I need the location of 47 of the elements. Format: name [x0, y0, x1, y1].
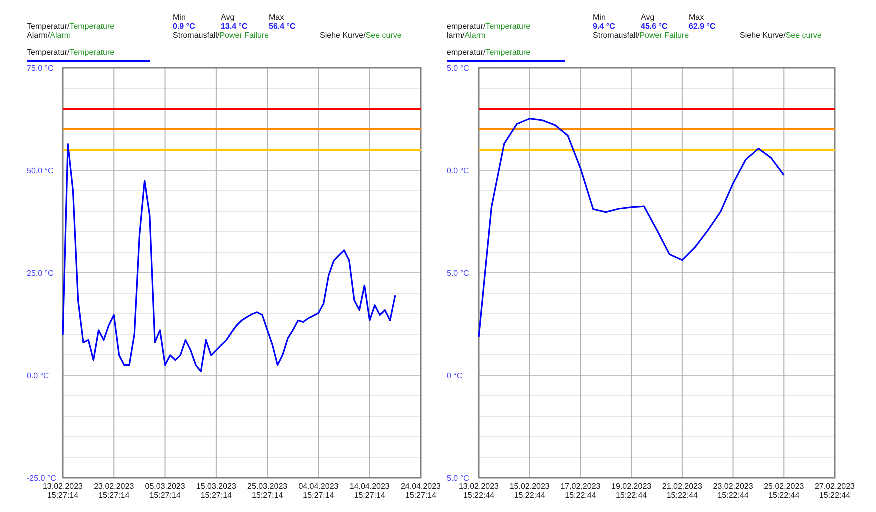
y-axis-label: 0 °C	[447, 372, 463, 380]
see-curve-label: Siehe Kurve/See curve	[740, 31, 823, 40]
x-axis-label: 14.04.2023 15:27:14	[350, 482, 390, 500]
x-axis-label: 13.02.2023 15:22:44	[458, 482, 500, 500]
legend-label: Temperatur/Temperature	[27, 48, 116, 57]
x-axis-label: 21.02.2023 15:22:44	[662, 482, 702, 500]
y-axis-label: -25.0 °C	[27, 474, 56, 483]
y-axis-label: 50.0 °C	[27, 166, 54, 176]
stat-value: 45.6 °C	[641, 22, 669, 31]
x-axis-label: 25.03.2023 15:27:14	[248, 482, 288, 500]
sensor-label: emperatur/Temperature	[447, 22, 532, 31]
y-axis-label: 5.0 °C	[447, 474, 470, 483]
see-curve-label: Siehe Kurve/See curve	[320, 31, 403, 40]
stat-label: Max	[269, 13, 286, 22]
y-axis-label: 25.0 °C	[27, 269, 54, 278]
stat-value: 56.4 °C	[269, 22, 297, 31]
stat-label: Avg	[641, 13, 656, 22]
stat-label: Min	[173, 13, 187, 22]
x-axis-label: 17.02.2023 15:22:44	[560, 482, 601, 500]
stat-label: Avg	[221, 13, 236, 22]
alarm-label: Alarm/Alarm	[27, 31, 72, 40]
y-axis-label: 0.0 °C	[447, 166, 470, 176]
stat-label: Min	[593, 13, 607, 22]
y-axis-label: 5.0 °C	[447, 269, 470, 278]
power-failure-label: Stromausfall/Power Failure	[593, 31, 690, 40]
stat-label: Max	[689, 13, 706, 22]
x-axis-label: 23.02.2023 15:22:44	[713, 482, 754, 500]
legend-label: emperatur/Temperature	[447, 48, 532, 57]
stat-value: 0.9 °C	[173, 22, 196, 31]
x-axis-label: 19.02.2023 15:22:44	[612, 482, 652, 500]
x-axis-label: 27.02.2023 15:22:44	[814, 482, 856, 500]
power-failure-label: Stromausfall/Power Failure	[173, 31, 270, 40]
alarm-label: larm/Alarm	[447, 31, 487, 40]
stat-value: 9.4 °C	[593, 22, 616, 31]
x-axis-label: 15.02.2023 15:22:44	[510, 482, 550, 500]
y-axis-label: 75.0 °C	[27, 64, 54, 73]
sensor-label: Temperatur/Temperature	[27, 22, 116, 31]
x-axis-label: 05.03.2023 15:27:14	[145, 482, 186, 500]
x-axis-label: 15.03.2023 15:27:14	[196, 482, 236, 500]
x-axis-label: 13.02.2023 15:27:14	[42, 482, 84, 500]
stat-value: 13.4 °C	[221, 22, 249, 31]
x-axis-label: 04.04.2023 15:27:14	[298, 482, 339, 500]
x-axis-label: 25.02.2023 15:22:44	[764, 482, 804, 500]
stat-value: 62.9 °C	[689, 22, 717, 31]
x-axis-label: 23.02.2023 15:27:14	[94, 482, 134, 500]
y-axis-label: 5.0 °C	[447, 64, 470, 73]
y-axis-label: 0.0 °C	[27, 372, 50, 380]
